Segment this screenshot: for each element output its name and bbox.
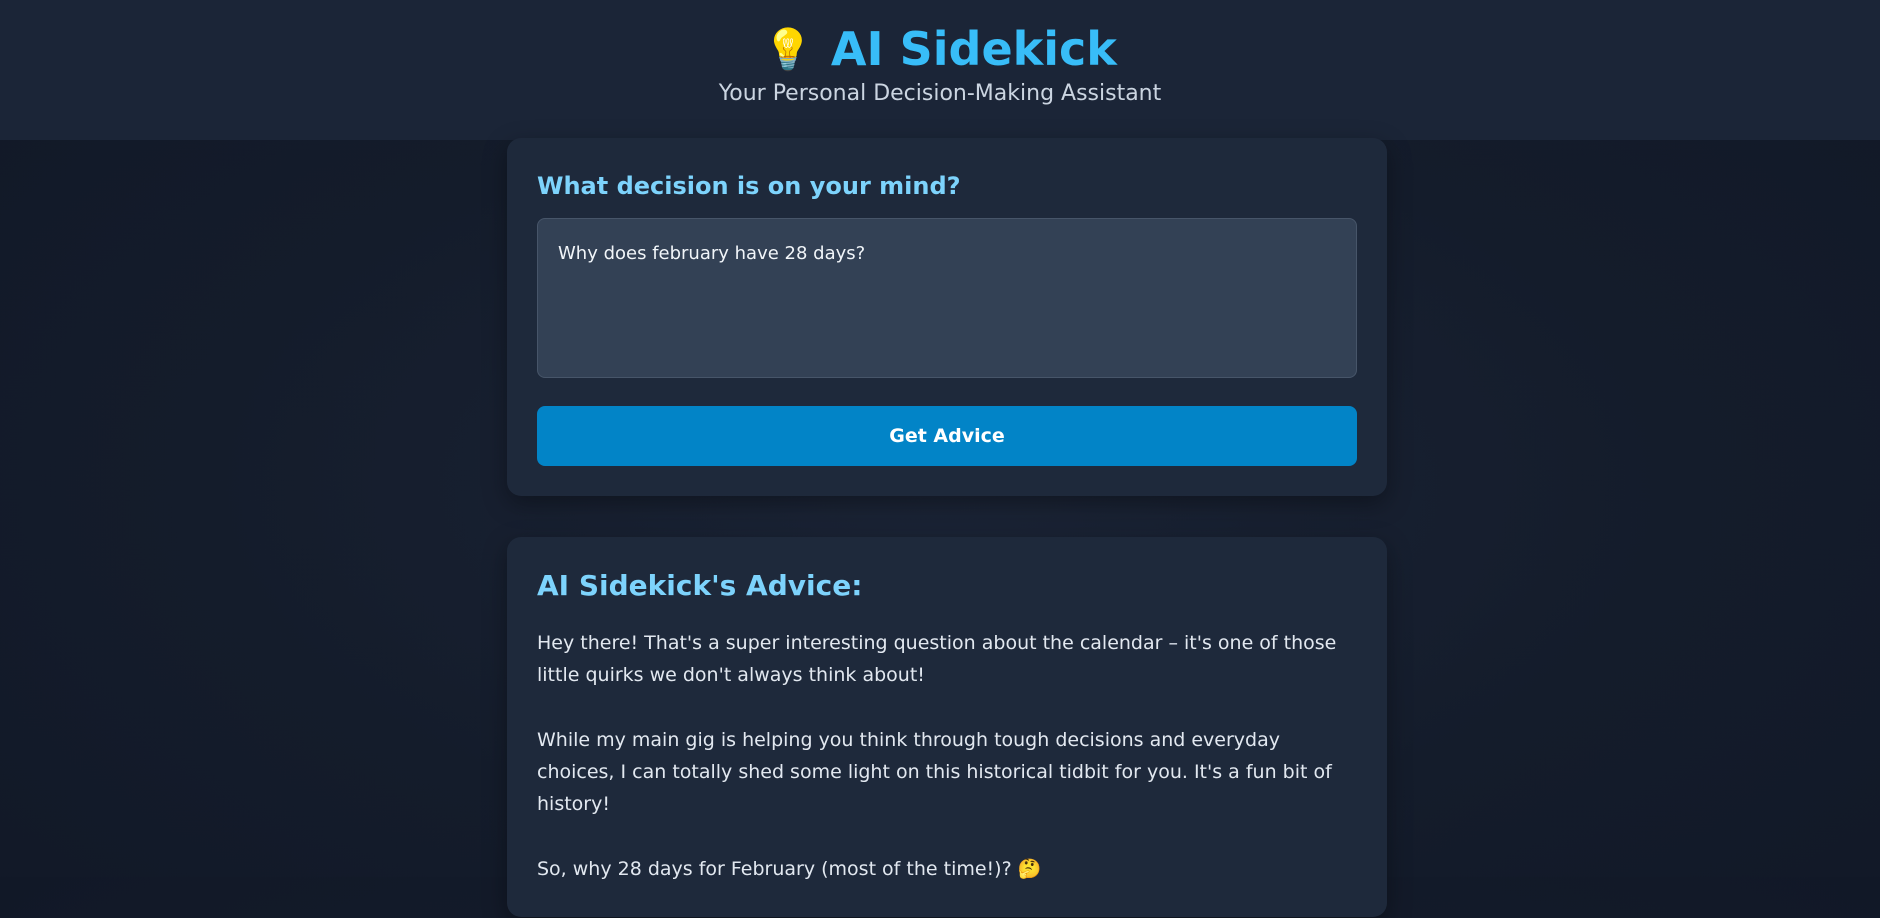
advice-heading: AI Sidekick's Advice:: [537, 569, 863, 602]
question-card: What decision is on your mind? Why does …: [507, 138, 1387, 496]
advice-paragraph: Hey there! That's a super interesting qu…: [537, 632, 1337, 686]
question-label: What decision is on your mind?: [537, 172, 961, 200]
advice-card: AI Sidekick's Advice: Hey there! That's …: [507, 537, 1387, 917]
advice-body: Hey there! That's a super interesting qu…: [537, 627, 1357, 918]
question-input[interactable]: Why does february have 28 days?: [537, 218, 1357, 378]
thinking-face-icon: 🤔: [1017, 858, 1042, 880]
app-header: 💡 AI Sidekick Your Personal Decision-Maki…: [0, 0, 1880, 140]
app-subtitle: Your Personal Decision-Making Assistant: [718, 81, 1162, 106]
advice-paragraph-with-emoji: So, why 28 days for February (most of th…: [537, 853, 1357, 885]
get-advice-button[interactable]: Get Advice: [537, 406, 1357, 466]
lightbulb-icon: 💡: [763, 27, 813, 73]
app-title-row: 💡 AI Sidekick: [0, 20, 1880, 79]
advice-paragraph: While my main gig is helping you think t…: [537, 729, 1332, 815]
app-title: AI Sidekick: [830, 22, 1117, 76]
